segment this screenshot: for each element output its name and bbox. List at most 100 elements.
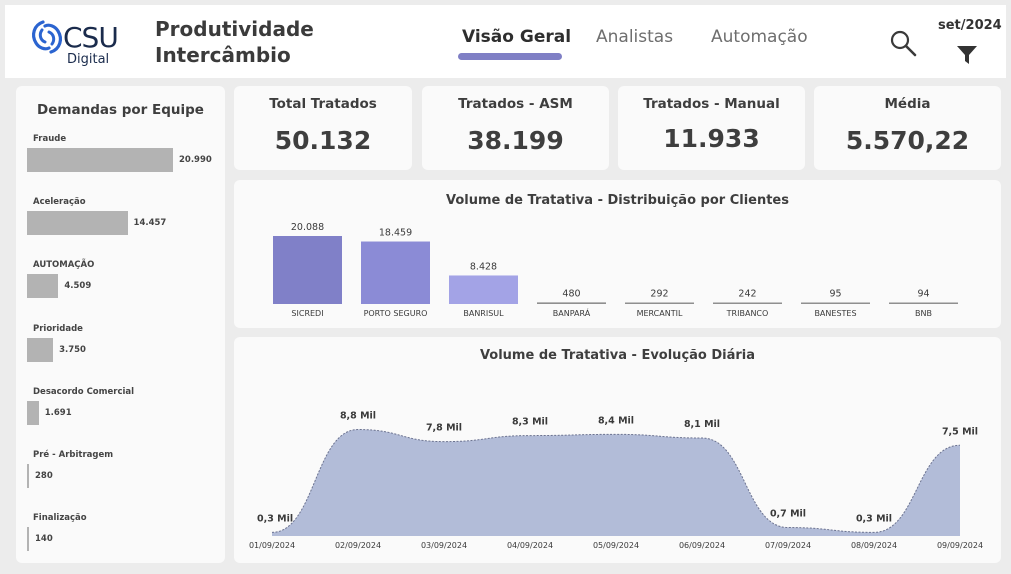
daily-x-tick-label: 06/09/2024 [679, 541, 725, 550]
team-demand-label: Prioridade [33, 323, 83, 334]
client-category-label: PORTO SEGURO [364, 309, 428, 318]
kpi-title: Total Tratados [269, 96, 377, 112]
client-bar[interactable] [713, 302, 782, 305]
kpi-value: 38.199 [467, 126, 564, 155]
team-demands-title: Demandas por Equipe [37, 102, 204, 118]
team-demand-row[interactable]: Aceleração 14.457 [16, 197, 225, 247]
daily-point-label: 8,1 Mil [684, 419, 720, 430]
clients-bar-chart: 20.088 SICREDI 18.459 PORTO SEGURO 8.428 BANR… [273, 222, 958, 318]
team-demands-panel: Demandas por Equipe Fraude 20.990 Aceleraç… [16, 86, 225, 563]
team-demand-bar[interactable] [27, 337, 54, 362]
client-bar-value: 95 [829, 289, 841, 300]
kpi-total-tratados: Total Tratados 50.132 [234, 86, 412, 170]
daily-point-label: 0,3 Mil [856, 513, 892, 524]
team-demand-row[interactable]: Fraude 20.990 [16, 134, 225, 184]
team-demand-value: 280 [35, 471, 53, 481]
kpi-title: Média [884, 96, 931, 112]
header-bar: CSU Digital Produtividade Intercâmbio Vi… [5, 5, 1006, 78]
search-icon[interactable] [889, 29, 917, 57]
team-demand-value: 140 [35, 534, 53, 545]
daily-point-label: 8,8 Mil [340, 411, 376, 422]
daily-x-tick-label: 04/09/2024 [507, 541, 553, 550]
daily-point-label: 0,3 Mil [257, 513, 293, 524]
team-demand-label: Finalização [33, 513, 87, 524]
team-demand-bar[interactable] [27, 211, 128, 236]
team-demand-value: 3.750 [59, 344, 86, 355]
team-demand-bar[interactable] [27, 464, 29, 488]
client-bar[interactable] [537, 302, 606, 304]
daily-point-label: 8,3 Mil [512, 417, 548, 428]
active-tab-indicator [458, 53, 562, 60]
kpi-tratados-asm: Tratados - ASM 38.199 [422, 86, 609, 170]
daily-x-tick-label: 09/09/2024 [937, 541, 983, 550]
client-category-label: BANPARÁ [553, 307, 591, 318]
daily-x-tick-label: 08/09/2024 [851, 541, 897, 550]
filter-icon[interactable] [956, 44, 978, 66]
tab-visao-geral[interactable]: Visão Geral [462, 27, 571, 47]
team-demand-bar[interactable] [27, 274, 59, 299]
team-demand-label: Pré - Arbitragem [33, 450, 114, 460]
kpi-value: 11.933 [663, 124, 760, 153]
daily-point-label: 0,7 Mil [770, 509, 806, 520]
client-bar[interactable] [625, 302, 694, 305]
client-bar[interactable] [273, 236, 342, 304]
daily-point-label: 7,8 Mil [426, 423, 462, 434]
daily-x-tick-label: 01/09/2024 [249, 541, 295, 550]
team-demand-bar[interactable] [27, 400, 39, 425]
client-bar-value: 94 [917, 289, 929, 300]
client-category-label: SICREDI [291, 309, 323, 318]
clients-chart-panel: Volume de Tratativa - Distribuição por C… [234, 180, 1001, 328]
daily-point-label: 8,4 Mil [598, 415, 634, 426]
daily-x-tick-label: 02/09/2024 [335, 541, 381, 550]
team-demand-row[interactable]: Pré - Arbitragem 280 [16, 450, 225, 500]
logo-wordmark: CSU [63, 21, 119, 54]
daily-x-tick-label: 07/09/2024 [765, 541, 811, 550]
page-title: Produtividade Intercâmbio [155, 16, 314, 68]
client-bar-value: 242 [738, 289, 756, 300]
daily-point-label: 7,5 Mil [942, 426, 978, 437]
kpi-tratados-manual: Tratados - Manual 11.933 [618, 86, 805, 170]
team-demand-value: 1.691 [44, 407, 72, 418]
client-bar[interactable] [361, 241, 430, 304]
team-demand-value: 20.990 [179, 155, 212, 165]
csu-logo: CSU Digital [29, 19, 139, 69]
client-bar-value: 8.428 [470, 261, 497, 272]
team-demand-label: AUTOMAÇÃO [33, 260, 95, 271]
csu-logo-mark-icon [32, 20, 62, 54]
tab-automacao[interactable]: Automação [711, 27, 808, 47]
team-demand-row[interactable]: Desacordo Comercial 1.691 [16, 387, 225, 437]
daily-area-chart: 0,3 Mil 01/09/2024 8,8 Mil 02/09/2024 7,8 Mi… [249, 411, 983, 550]
daily-x-tick-label: 05/09/2024 [593, 541, 639, 550]
team-demand-row[interactable]: Finalização 140 [16, 513, 225, 563]
client-category-label: MERCANTIL [637, 309, 683, 318]
kpi-media: Média 5.570,22 [814, 86, 1001, 170]
kpi-title: Tratados - Manual [643, 96, 780, 112]
client-category-label: BNB [915, 309, 932, 318]
team-demand-bar[interactable] [27, 527, 29, 552]
logo-subtitle: Digital [67, 52, 110, 67]
client-category-label: BANESTES [814, 309, 856, 318]
kpi-value: 5.570,22 [845, 126, 970, 155]
daily-x-tick-label: 03/09/2024 [421, 541, 467, 550]
client-bar[interactable] [889, 302, 958, 305]
page-title-line2: Intercâmbio [155, 43, 291, 67]
client-bar-value: 18.459 [379, 228, 412, 239]
team-demand-label: Fraude [33, 134, 67, 144]
team-demand-row[interactable]: Prioridade 3.750 [16, 324, 225, 374]
kpi-title: Tratados - ASM [458, 96, 573, 112]
team-demand-label: Aceleração [33, 197, 86, 208]
kpi-value: 50.132 [274, 126, 372, 155]
team-demand-bar[interactable] [27, 148, 173, 172]
client-bar-value: 292 [650, 289, 668, 300]
team-demand-value: 14.457 [133, 218, 167, 229]
team-demand-row[interactable]: AUTOMAÇÃO 4.509 [16, 260, 225, 310]
tab-analistas[interactable]: Analistas [596, 27, 673, 47]
team-demand-label: Desacordo Comercial [33, 386, 135, 397]
client-bar[interactable] [801, 302, 870, 305]
client-bar-value: 20.088 [291, 222, 324, 233]
client-category-label: BANRISUL [463, 309, 504, 318]
client-bar[interactable] [449, 275, 518, 304]
page-title-line1: Produtividade [155, 17, 314, 41]
team-demand-value: 4.509 [64, 281, 92, 292]
client-category-label: TRIBANCO [726, 309, 769, 318]
